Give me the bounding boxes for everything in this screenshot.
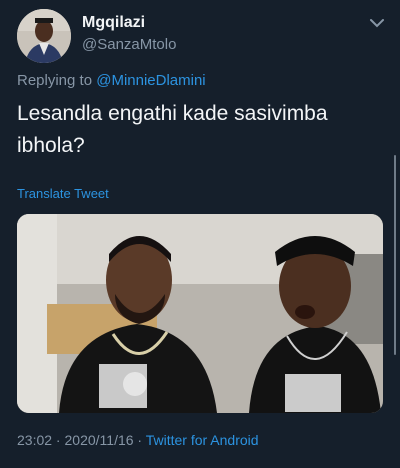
- avatar[interactable]: [17, 9, 71, 63]
- tweet-meta: 23:02 · 2020/11/16 · Twitter for Android: [17, 432, 259, 448]
- tweet-date[interactable]: 2020/11/16: [65, 432, 134, 448]
- tweet-media-image[interactable]: [17, 214, 383, 413]
- replying-prefix: Replying to: [17, 72, 97, 89]
- tweet-time[interactable]: 23:02: [17, 432, 52, 448]
- replying-to: Replying to @MinnieDlamini: [17, 72, 206, 89]
- author-handle[interactable]: @SanzaMtolo: [82, 36, 176, 53]
- scrollbar[interactable]: [394, 155, 396, 355]
- tweet-text: Lesandla engathi kade sasivimba ibhola?: [17, 102, 328, 157]
- author-display-name[interactable]: Mgqilazi: [82, 14, 145, 32]
- tweet-source-link[interactable]: Twitter for Android: [146, 432, 259, 448]
- reply-mention-link[interactable]: @MinnieDlamini: [96, 72, 205, 89]
- translate-tweet-link[interactable]: Translate Tweet: [17, 186, 109, 201]
- avatar-image: [17, 9, 71, 63]
- chevron-down-icon[interactable]: [368, 17, 386, 29]
